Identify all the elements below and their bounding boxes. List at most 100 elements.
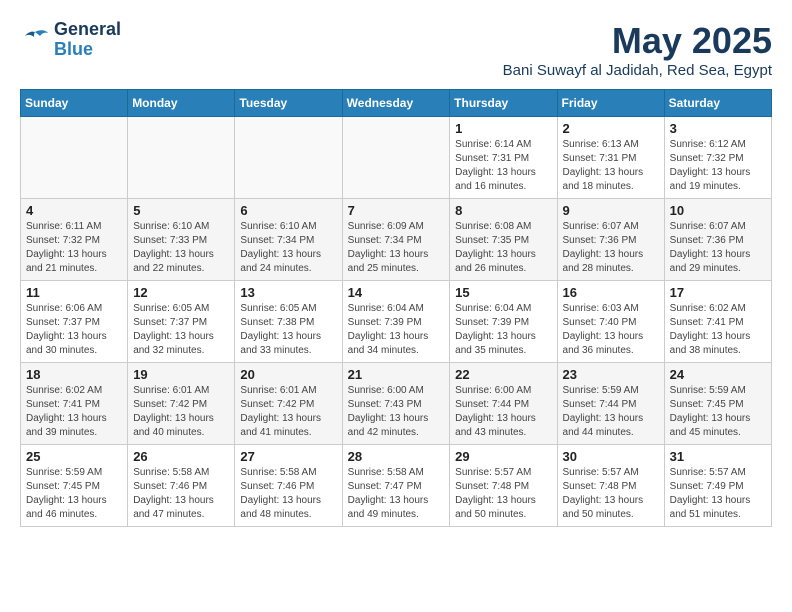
day-number: 29 xyxy=(455,449,551,464)
day-info: Sunrise: 6:04 AM Sunset: 7:39 PM Dayligh… xyxy=(348,302,445,358)
weekday-header: Friday xyxy=(557,90,664,117)
calendar-week-row: 18Sunrise: 6:02 AM Sunset: 7:41 PM Dayli… xyxy=(21,363,772,445)
calendar-week-row: 4 Sunrise: 6:11 AM Sunset: 7:32 PM Daylig… xyxy=(21,199,772,281)
calendar-cell: 19 Sunrise: 6:01 AM Sunset: 7:42 PM Dayli… xyxy=(128,363,235,445)
day-info: Sunrise: 6:10 AM Sunset: 7:33 PM Dayligh… xyxy=(133,220,229,276)
calendar-cell: 14 Sunrise: 6:04 AM Sunset: 7:39 PM Dayli… xyxy=(342,281,450,363)
calendar-cell: 18Sunrise: 6:02 AM Sunset: 7:41 PM Dayli… xyxy=(21,363,128,445)
calendar-cell: 31Sunrise: 5:57 AM Sunset: 7:49 PM Dayli… xyxy=(664,445,771,527)
day-info: Sunrise: 6:11 AM Sunset: 7:32 PM Dayligh… xyxy=(26,220,122,276)
day-number: 19 xyxy=(133,367,229,382)
day-number: 12 xyxy=(133,285,229,300)
day-info: Sunrise: 6:01 AM Sunset: 7:42 PM Dayligh… xyxy=(240,384,336,440)
day-info: Sunrise: 6:00 AM Sunset: 7:44 PM Dayligh… xyxy=(455,384,551,440)
day-info: Sunrise: 6:01 AM Sunset: 7:42 PM Dayligh… xyxy=(133,384,229,440)
calendar-cell: 27 Sunrise: 5:58 AM Sunset: 7:46 PM Dayli… xyxy=(235,445,342,527)
day-info: Sunrise: 6:10 AM Sunset: 7:34 PM Dayligh… xyxy=(240,220,336,276)
logo-icon xyxy=(20,28,50,52)
day-number: 25 xyxy=(26,449,122,464)
calendar-cell xyxy=(342,117,450,199)
day-number: 11 xyxy=(26,285,122,300)
day-info: Sunrise: 5:58 AM Sunset: 7:46 PM Dayligh… xyxy=(133,466,229,522)
day-number: 30 xyxy=(563,449,659,464)
day-info: Sunrise: 6:09 AM Sunset: 7:34 PM Dayligh… xyxy=(348,220,445,276)
day-number: 24 xyxy=(670,367,766,382)
day-number: 2 xyxy=(563,121,659,136)
day-info: Sunrise: 5:59 AM Sunset: 7:45 PM Dayligh… xyxy=(26,466,122,522)
day-info: Sunrise: 6:02 AM Sunset: 7:41 PM Dayligh… xyxy=(26,384,122,440)
day-number: 20 xyxy=(240,367,336,382)
day-info: Sunrise: 5:58 AM Sunset: 7:47 PM Dayligh… xyxy=(348,466,445,522)
day-info: Sunrise: 6:07 AM Sunset: 7:36 PM Dayligh… xyxy=(563,220,659,276)
calendar-cell: 21 Sunrise: 6:00 AM Sunset: 7:43 PM Dayli… xyxy=(342,363,450,445)
day-number: 21 xyxy=(348,367,445,382)
weekday-header: Monday xyxy=(128,90,235,117)
day-info: Sunrise: 5:59 AM Sunset: 7:45 PM Dayligh… xyxy=(670,384,766,440)
calendar-cell: 25 Sunrise: 5:59 AM Sunset: 7:45 PM Dayli… xyxy=(21,445,128,527)
day-number: 22 xyxy=(455,367,551,382)
location-subtitle: Bani Suwayf al Jadidah, Red Sea, Egypt xyxy=(503,62,772,79)
calendar-cell: 12 Sunrise: 6:05 AM Sunset: 7:37 PM Dayli… xyxy=(128,281,235,363)
day-info: Sunrise: 6:05 AM Sunset: 7:37 PM Dayligh… xyxy=(133,302,229,358)
calendar-cell xyxy=(21,117,128,199)
calendar-cell: 30 Sunrise: 5:57 AM Sunset: 7:48 PM Dayli… xyxy=(557,445,664,527)
day-number: 26 xyxy=(133,449,229,464)
day-info: Sunrise: 6:06 AM Sunset: 7:37 PM Dayligh… xyxy=(26,302,122,358)
calendar-week-row: 25 Sunrise: 5:59 AM Sunset: 7:45 PM Dayli… xyxy=(21,445,772,527)
weekday-header: Saturday xyxy=(664,90,771,117)
day-number: 16 xyxy=(563,285,659,300)
day-info: Sunrise: 6:14 AM Sunset: 7:31 PM Dayligh… xyxy=(455,138,551,194)
day-info: Sunrise: 5:58 AM Sunset: 7:46 PM Dayligh… xyxy=(240,466,336,522)
weekday-header: Wednesday xyxy=(342,90,450,117)
day-info: Sunrise: 6:08 AM Sunset: 7:35 PM Dayligh… xyxy=(455,220,551,276)
calendar-cell: 13 Sunrise: 6:05 AM Sunset: 7:38 PM Dayli… xyxy=(235,281,342,363)
calendar-cell: 29 Sunrise: 5:57 AM Sunset: 7:48 PM Dayli… xyxy=(450,445,557,527)
calendar-cell: 15Sunrise: 6:04 AM Sunset: 7:39 PM Dayli… xyxy=(450,281,557,363)
calendar-cell: 6 Sunrise: 6:10 AM Sunset: 7:34 PM Daylig… xyxy=(235,199,342,281)
calendar-cell: 20 Sunrise: 6:01 AM Sunset: 7:42 PM Dayli… xyxy=(235,363,342,445)
day-info: Sunrise: 6:02 AM Sunset: 7:41 PM Dayligh… xyxy=(670,302,766,358)
day-number: 27 xyxy=(240,449,336,464)
calendar-cell: 23Sunrise: 5:59 AM Sunset: 7:44 PM Dayli… xyxy=(557,363,664,445)
calendar-cell: 10 Sunrise: 6:07 AM Sunset: 7:36 PM Dayli… xyxy=(664,199,771,281)
day-number: 13 xyxy=(240,285,336,300)
calendar-cell: 3Sunrise: 6:12 AM Sunset: 7:32 PM Daylig… xyxy=(664,117,771,199)
weekday-header: Sunday xyxy=(21,90,128,117)
logo: General Blue xyxy=(20,20,121,60)
calendar-cell: 17 Sunrise: 6:02 AM Sunset: 7:41 PM Dayli… xyxy=(664,281,771,363)
calendar-cell: 7 Sunrise: 6:09 AM Sunset: 7:34 PM Daylig… xyxy=(342,199,450,281)
day-info: Sunrise: 5:57 AM Sunset: 7:48 PM Dayligh… xyxy=(455,466,551,522)
calendar-cell: 22 Sunrise: 6:00 AM Sunset: 7:44 PM Dayli… xyxy=(450,363,557,445)
day-info: Sunrise: 6:00 AM Sunset: 7:43 PM Dayligh… xyxy=(348,384,445,440)
day-info: Sunrise: 5:57 AM Sunset: 7:49 PM Dayligh… xyxy=(670,466,766,522)
day-info: Sunrise: 6:05 AM Sunset: 7:38 PM Dayligh… xyxy=(240,302,336,358)
calendar-cell: 4 Sunrise: 6:11 AM Sunset: 7:32 PM Daylig… xyxy=(21,199,128,281)
calendar-cell: 26 Sunrise: 5:58 AM Sunset: 7:46 PM Dayli… xyxy=(128,445,235,527)
day-number: 7 xyxy=(348,203,445,218)
logo-text: General Blue xyxy=(54,20,121,60)
calendar-cell: 16 Sunrise: 6:03 AM Sunset: 7:40 PM Dayli… xyxy=(557,281,664,363)
day-number: 14 xyxy=(348,285,445,300)
calendar-cell: 2Sunrise: 6:13 AM Sunset: 7:31 PM Daylig… xyxy=(557,117,664,199)
calendar-table: SundayMondayTuesdayWednesdayThursdayFrid… xyxy=(20,89,772,527)
day-number: 3 xyxy=(670,121,766,136)
calendar-cell: 5 Sunrise: 6:10 AM Sunset: 7:33 PM Daylig… xyxy=(128,199,235,281)
weekday-header: Thursday xyxy=(450,90,557,117)
day-number: 23 xyxy=(563,367,659,382)
calendar-cell xyxy=(235,117,342,199)
day-number: 4 xyxy=(26,203,122,218)
day-number: 15 xyxy=(455,285,551,300)
day-number: 17 xyxy=(670,285,766,300)
day-number: 28 xyxy=(348,449,445,464)
calendar-cell: 1 Sunrise: 6:14 AM Sunset: 7:31 PM Daylig… xyxy=(450,117,557,199)
day-number: 1 xyxy=(455,121,551,136)
day-number: 10 xyxy=(670,203,766,218)
day-info: Sunrise: 5:57 AM Sunset: 7:48 PM Dayligh… xyxy=(563,466,659,522)
calendar-cell xyxy=(128,117,235,199)
day-number: 6 xyxy=(240,203,336,218)
day-number: 5 xyxy=(133,203,229,218)
day-info: Sunrise: 6:07 AM Sunset: 7:36 PM Dayligh… xyxy=(670,220,766,276)
day-info: Sunrise: 6:03 AM Sunset: 7:40 PM Dayligh… xyxy=(563,302,659,358)
calendar-header-row: SundayMondayTuesdayWednesdayThursdayFrid… xyxy=(21,90,772,117)
calendar-week-row: 1 Sunrise: 6:14 AM Sunset: 7:31 PM Daylig… xyxy=(21,117,772,199)
